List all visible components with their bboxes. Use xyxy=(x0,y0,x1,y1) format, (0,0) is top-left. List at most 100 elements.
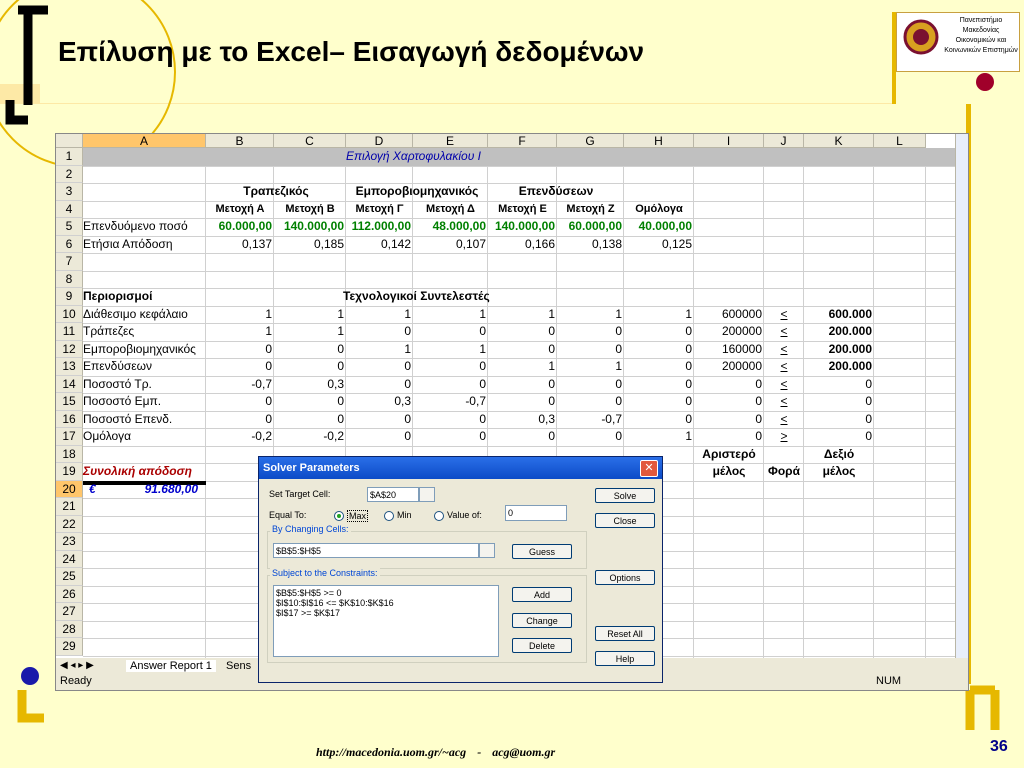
row-header[interactable]: 13 xyxy=(56,358,83,376)
cell[interactable]: -0,7 xyxy=(413,393,488,410)
row-header[interactable]: 26 xyxy=(56,585,83,603)
add-button[interactable]: Add xyxy=(512,587,572,602)
row-header[interactable]: 29 xyxy=(56,638,83,656)
cell[interactable]: 0 xyxy=(694,428,764,445)
column-header[interactable]: F xyxy=(488,134,557,148)
cell[interactable]: 0 xyxy=(206,411,274,428)
cell[interactable]: 60.000,00 xyxy=(557,218,624,235)
cell[interactable]: 0 xyxy=(488,428,557,445)
cell[interactable]: 200000 xyxy=(694,358,764,375)
row-header[interactable]: 2 xyxy=(56,165,83,183)
cell[interactable]: < xyxy=(764,411,804,428)
cell[interactable]: 1 xyxy=(488,358,557,375)
cell[interactable]: < xyxy=(764,393,804,410)
row-header[interactable]: 27 xyxy=(56,603,83,621)
cell[interactable]: 0 xyxy=(694,393,764,410)
cell[interactable]: 0 xyxy=(346,376,413,393)
row-header[interactable]: 1 xyxy=(56,148,83,166)
cell[interactable]: 600.000 xyxy=(804,306,874,323)
row-header[interactable]: 7 xyxy=(56,253,83,271)
cell[interactable]: 0 xyxy=(274,393,346,410)
row-header[interactable]: 15 xyxy=(56,393,83,411)
cell[interactable]: 200000 xyxy=(694,323,764,340)
constraints-list[interactable]: $B$5:$H$5 >= 0 $I$10:$I$16 <= $K$10:$K$1… xyxy=(273,585,499,657)
tab-nav-arrows[interactable]: ◀ ◂ ▸ ▶ xyxy=(60,660,94,671)
close-icon[interactable]: ✕ xyxy=(640,460,658,477)
cell[interactable]: 0 xyxy=(488,341,557,358)
cell[interactable]: 200.000 xyxy=(804,323,874,340)
column-header[interactable]: I xyxy=(694,134,764,148)
column-header[interactable]: B xyxy=(206,134,274,148)
cell[interactable]: 600000 xyxy=(694,306,764,323)
cell[interactable]: Περιορισμοί xyxy=(83,288,206,305)
cell[interactable]: 1 xyxy=(557,358,624,375)
cell[interactable]: 140.000,00 xyxy=(488,218,557,235)
cell[interactable]: 0 xyxy=(346,323,413,340)
cell[interactable]: 112.000,00 xyxy=(346,218,413,235)
cell[interactable]: Φορά xyxy=(764,463,804,480)
cell[interactable]: Μετοχή Ε xyxy=(488,201,557,218)
cell[interactable]: 0 xyxy=(624,323,694,340)
cell[interactable]: 0,3 xyxy=(346,393,413,410)
cell[interactable]: Επενδυόμενο ποσό xyxy=(83,218,206,235)
cell[interactable]: Τεχνολογικοί Συντελεστές xyxy=(343,288,490,305)
column-header[interactable]: K xyxy=(804,134,874,148)
cell[interactable]: Αριστερό xyxy=(694,446,764,463)
cell[interactable]: 200.000 xyxy=(804,341,874,358)
cell[interactable]: -0,2 xyxy=(274,428,346,445)
cell[interactable]: Μετοχή Β xyxy=(274,201,346,218)
cell[interactable]: 0 xyxy=(346,428,413,445)
footer-link-email[interactable]: acg@uom.gr xyxy=(492,745,555,759)
cell[interactable]: 1 xyxy=(413,306,488,323)
cell[interactable]: 0 xyxy=(413,411,488,428)
cell[interactable]: -0,7 xyxy=(557,411,624,428)
column-header[interactable]: H xyxy=(624,134,694,148)
cell[interactable]: Μετοχή Ζ xyxy=(557,201,624,218)
close-button[interactable]: Close xyxy=(595,513,655,528)
cell[interactable]: μέλος xyxy=(694,463,764,480)
collapse-dialog-icon-2[interactable] xyxy=(479,543,495,558)
row-header[interactable]: 3 xyxy=(56,183,83,201)
cell[interactable]: 0,107 xyxy=(413,236,488,253)
cell[interactable]: 1 xyxy=(557,306,624,323)
cell[interactable]: 0 xyxy=(557,393,624,410)
row-header[interactable]: 12 xyxy=(56,340,83,358)
column-header[interactable]: D xyxy=(346,134,413,148)
row-header[interactable]: 24 xyxy=(56,550,83,568)
cell[interactable]: 0,125 xyxy=(624,236,694,253)
cell[interactable]: 0 xyxy=(694,376,764,393)
row-header[interactable]: 28 xyxy=(56,620,83,638)
cell[interactable]: 0 xyxy=(557,428,624,445)
collapse-dialog-icon[interactable] xyxy=(419,487,435,502)
options-button[interactable]: Options xyxy=(595,570,655,585)
cell[interactable]: 140.000,00 xyxy=(274,218,346,235)
row-header[interactable]: 17 xyxy=(56,428,83,446)
cell[interactable]: 40.000,00 xyxy=(624,218,694,235)
footer-link-website[interactable]: http://macedonia.uom.gr/~acg xyxy=(316,745,466,759)
cell[interactable]: 0 xyxy=(488,393,557,410)
cell[interactable]: 0 xyxy=(624,341,694,358)
cell[interactable]: 0 xyxy=(346,358,413,375)
min-radio[interactable] xyxy=(384,511,394,521)
cell[interactable]: Εμπορoβιομηχανικός xyxy=(346,183,488,200)
column-header[interactable]: J xyxy=(764,134,804,148)
solve-button[interactable]: Solve xyxy=(595,488,655,503)
column-header[interactable]: L xyxy=(874,134,926,148)
row-header[interactable]: 16 xyxy=(56,410,83,428)
row-header[interactable]: 21 xyxy=(56,498,83,516)
cell[interactable]: 0,3 xyxy=(274,376,346,393)
row-header[interactable]: 14 xyxy=(56,375,83,393)
cell[interactable]: Μετοχή Α xyxy=(206,201,274,218)
row-header[interactable]: 22 xyxy=(56,515,83,533)
cell[interactable]: 0 xyxy=(804,428,874,445)
cell[interactable]: 0 xyxy=(624,376,694,393)
cell[interactable]: 0 xyxy=(346,411,413,428)
cell[interactable]: Επενδύσεων xyxy=(488,183,624,200)
cell[interactable]: 1 xyxy=(624,306,694,323)
column-header[interactable]: C xyxy=(274,134,346,148)
cell[interactable]: 0 xyxy=(488,376,557,393)
row-header[interactable]: 8 xyxy=(56,270,83,288)
cell[interactable]: 0 xyxy=(804,376,874,393)
sheet-tab[interactable]: Sens xyxy=(226,660,251,672)
cell[interactable]: 1 xyxy=(488,306,557,323)
